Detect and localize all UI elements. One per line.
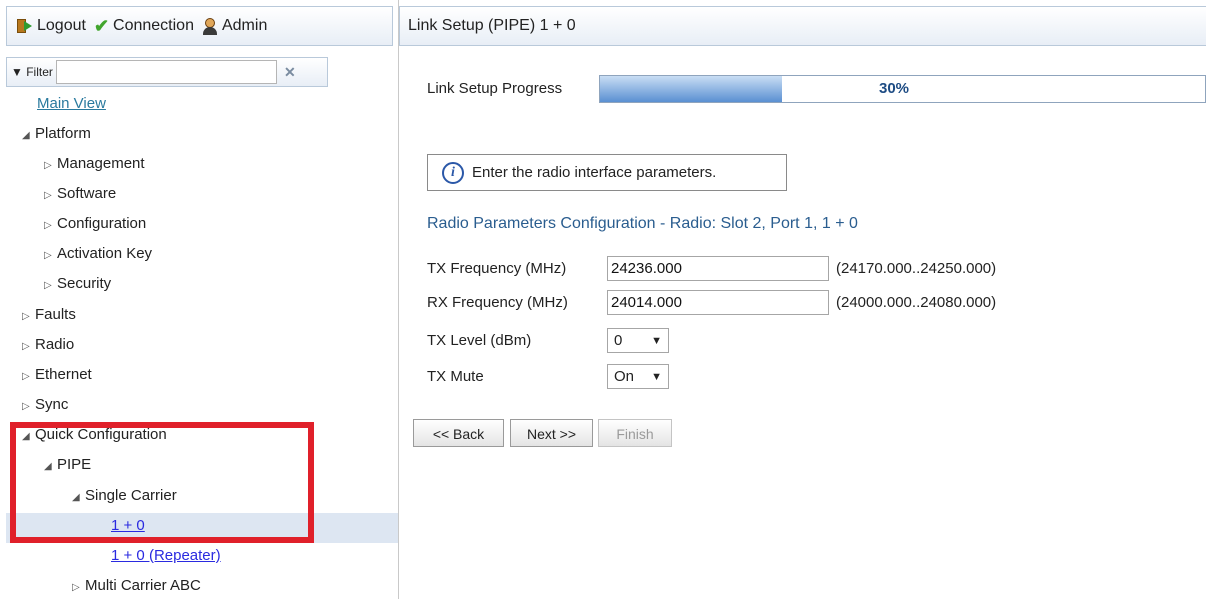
tree-item-label: Single Carrier [85,487,177,504]
tree-item-label: Management [57,155,145,172]
tx-mute-value: On [614,368,635,385]
tree-item-label: Quick Configuration [35,426,167,443]
expand-arrow-icon[interactable]: ▷ [22,333,35,361]
tx-frequency-input[interactable] [607,256,829,281]
finish-button[interactable]: Finish [598,419,672,447]
tree-item-ethernet[interactable]: ▷ Ethernet [22,361,92,389]
tree-item-quick-configuration[interactable]: ◢ Quick Configuration [22,421,167,449]
dropdown-arrow-icon: ▼ [651,334,662,347]
connection-button[interactable]: ✔ Connection [94,17,194,35]
logout-icon [17,18,33,34]
tree-item-management[interactable]: ▷ Management [44,150,145,178]
tree-item-activation-key[interactable]: ▷ Activation Key [44,240,152,268]
main-content: Link Setup (PIPE) 1 + 0 Link Setup Progr… [399,0,1206,599]
expand-arrow-icon[interactable]: ▷ [22,363,35,391]
tree-item-label: Main View [37,95,106,112]
tree-item-main-view[interactable]: Main View [37,90,106,118]
close-icon[interactable]: ✕ [280,61,300,83]
filter-toggle[interactable]: ▼ Filter [11,65,53,79]
tree-item-label: Faults [35,306,76,323]
tree-item-label: Ethernet [35,366,92,383]
next-button[interactable]: Next >> [510,419,593,447]
tree-item-label: 1 + 0 (Repeater) [111,547,221,564]
top-toolbar: Logout ✔ Connection Admin [6,6,393,46]
expand-arrow-icon[interactable]: ▷ [72,574,85,599]
info-icon: i [442,161,464,184]
progress-label: Link Setup Progress [427,80,563,97]
rx-frequency-label: RX Frequency (MHz) [427,294,568,311]
collapse-arrow-icon[interactable]: ◢ [44,453,57,481]
navigation-panel: Logout ✔ Connection Admin ▼ Filter ✕ Mai… [0,0,399,599]
dropdown-arrow-icon: ▼ [651,370,662,383]
tree-item-radio[interactable]: ▷ Radio [22,331,74,359]
tx-level-select[interactable]: 0 ▼ [607,328,669,353]
page-title: Link Setup (PIPE) 1 + 0 [399,6,1206,46]
tree-item-single-carrier[interactable]: ◢ Single Carrier [72,482,177,510]
admin-label: Admin [221,17,268,34]
tree-item-security[interactable]: ▷ Security [44,270,111,298]
collapse-arrow-icon[interactable]: ◢ [22,423,35,451]
tree-item-label: Multi Carrier ABC [85,577,201,594]
collapse-arrow-icon[interactable]: ◢ [72,484,85,512]
tx-level-value: 0 [614,332,623,349]
progress-bar: 30% [599,75,1206,103]
collapse-arrow-icon[interactable]: ◢ [22,122,35,150]
rx-frequency-range: (24000.000..24080.000) [836,294,997,311]
expand-arrow-icon[interactable]: ▷ [44,212,57,240]
checkmark-icon: ✔ [93,16,110,36]
tx-level-label: TX Level (dBm) [427,332,532,349]
tx-frequency-range: (24170.000..24250.000) [836,260,997,277]
expand-arrow-icon[interactable]: ▷ [44,182,57,210]
expand-arrow-icon[interactable]: ▷ [22,303,35,331]
tree-item-label: Activation Key [57,245,153,262]
filter-bar: ▼ Filter ✕ [6,57,328,87]
expand-arrow-icon[interactable]: ▷ [44,152,57,180]
expand-arrow-icon[interactable]: ▷ [22,393,35,421]
tree-item-configuration[interactable]: ▷ Configuration [44,210,146,238]
back-button[interactable]: << Back [413,419,504,447]
info-message: i Enter the radio interface parameters. [427,154,787,191]
selected-row-highlight [6,513,398,543]
tree-item-label: Sync [35,396,69,413]
tree-item-software[interactable]: ▷ Software [44,180,116,208]
tree-item-faults[interactable]: ▷ Faults [22,301,76,329]
tree-item-label: Software [57,185,117,202]
tree-item-label: 1 + 0 [111,517,145,534]
tx-frequency-label: TX Frequency (MHz) [427,260,567,277]
tree-item-1-plus-0-repeater[interactable]: 1 + 0 (Repeater) [111,542,221,570]
tree-item-1-plus-0[interactable]: 1 + 0 [111,512,145,540]
tree-item-platform[interactable]: ◢ Platform [22,120,91,148]
tx-mute-select[interactable]: On ▼ [607,364,669,389]
user-icon [202,17,218,35]
progress-percent: 30% [879,80,910,97]
expand-arrow-icon[interactable]: ▷ [44,272,57,300]
tree-item-pipe[interactable]: ◢ PIPE [44,451,91,479]
info-text: Enter the radio interface parameters. [472,164,717,181]
tree-item-label: Radio [35,336,75,353]
expand-arrow-icon[interactable]: ▷ [44,242,57,270]
filter-input[interactable] [55,60,277,84]
rx-frequency-input[interactable] [607,290,829,315]
connection-label: Connection [113,17,194,34]
logout-label: Logout [37,17,86,34]
admin-button[interactable]: Admin [202,17,267,35]
tree-item-sync[interactable]: ▷ Sync [22,391,68,419]
tree-item-label: PIPE [57,456,92,473]
tx-mute-label: TX Mute [427,368,484,385]
tree-item-multi-carrier-abc[interactable]: ▷ Multi Carrier ABC [72,572,201,599]
section-title: Radio Parameters Configuration - Radio: … [427,215,858,232]
tree-item-label: Configuration [57,215,147,232]
logout-button[interactable]: Logout [17,17,86,35]
tree-item-label: Platform [35,125,91,142]
tree-item-label: Security [57,275,112,292]
